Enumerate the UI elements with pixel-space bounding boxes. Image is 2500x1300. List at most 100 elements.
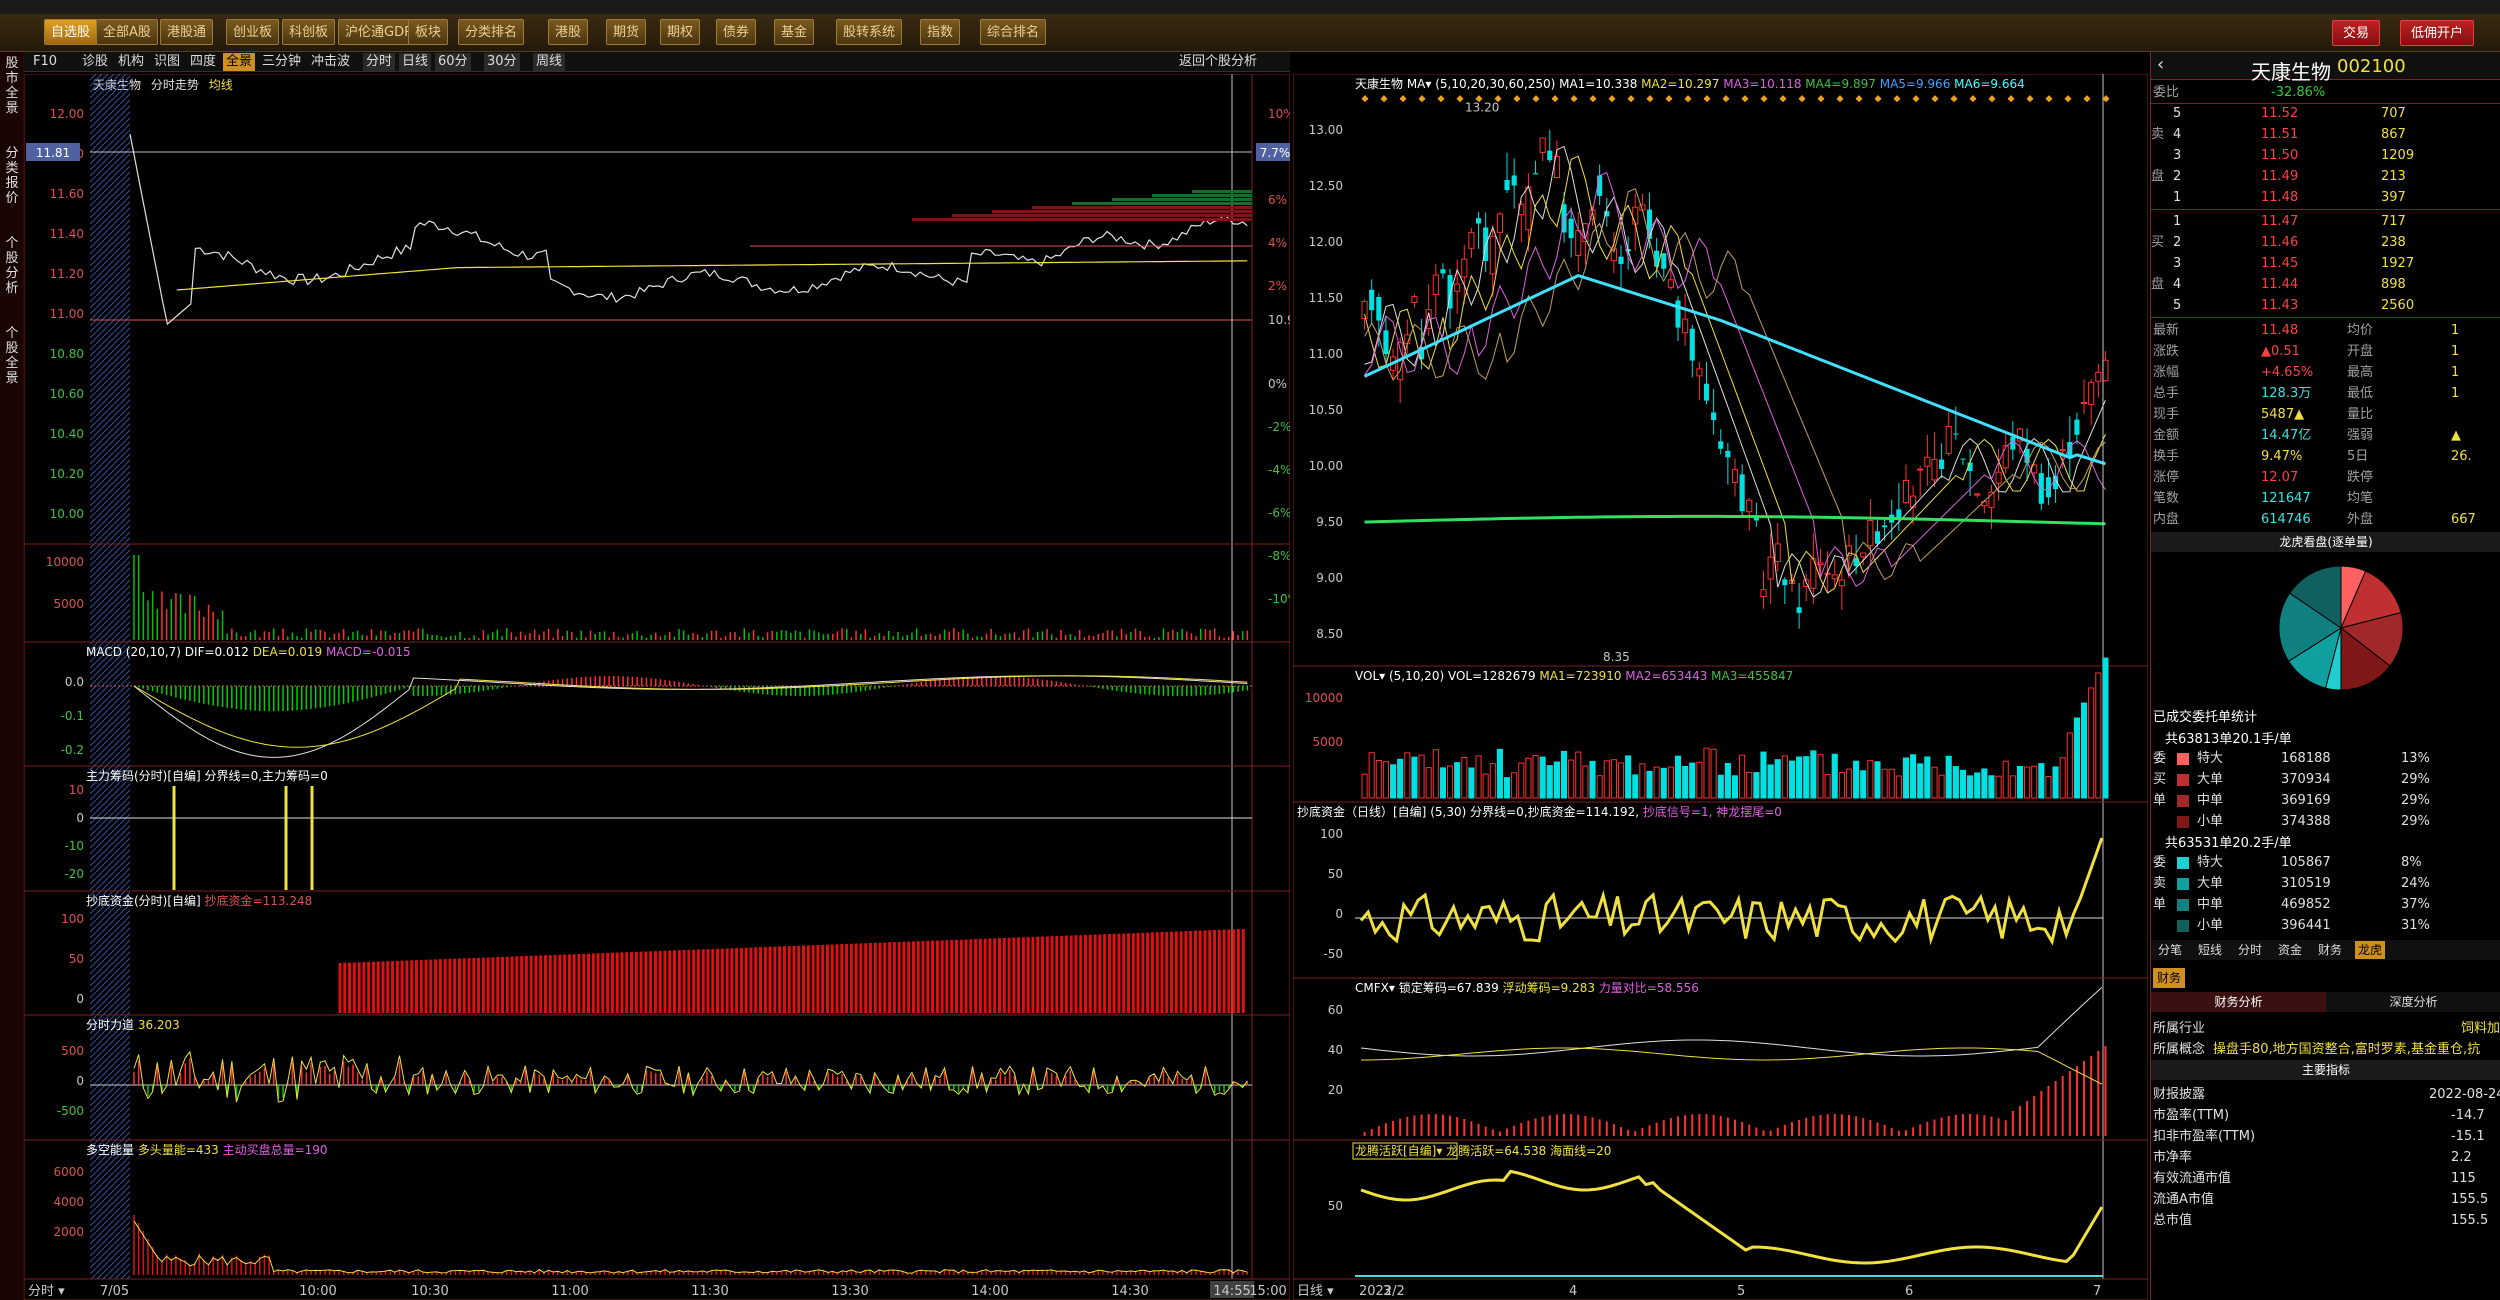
quote-tab-1[interactable]: 短线 (2195, 941, 2225, 959)
subbar-period-3[interactable]: 30分 (484, 53, 520, 71)
daily-vol-bar (1924, 756, 1931, 799)
depth-bar (1112, 198, 1252, 201)
daily-vol-bar (1845, 768, 1853, 799)
stat-row-0-cell: 1 (2451, 323, 2460, 338)
daily-vol-bar (1589, 760, 1596, 799)
trade-button[interactable]: 交易 (2332, 20, 2381, 46)
buy-row-1-cell: 11.47 (2261, 214, 2299, 229)
candle-body (2038, 473, 2044, 504)
buy-row-5-cell: 11.43 (2261, 298, 2299, 313)
toolbar-btn-10[interactable]: 期权 (660, 19, 701, 45)
candle-body (1867, 520, 1874, 547)
stat-row-3-cell: 最低 (2347, 386, 2374, 401)
quote-tab-5[interactable]: 龙虎 (2355, 941, 2386, 959)
daily-vol-bar (1739, 754, 1746, 799)
back-chevron-icon[interactable]: ‹ (2157, 54, 2164, 75)
candle-body (1711, 412, 1717, 421)
left-tab-2[interactable]: 个股分析 (2, 236, 22, 296)
subbar-left-1[interactable]: 诊股 (79, 53, 111, 71)
subbar-left-4[interactable]: 四度 (187, 53, 219, 71)
daily-vol-bar (1874, 761, 1881, 799)
candle-body (1696, 368, 1703, 377)
toolbar-btn-14[interactable]: 指数 (920, 19, 961, 45)
sell-order-row-1: 卖 大单 310519 24% (2151, 873, 2500, 894)
daily-vol-bar (2102, 657, 2109, 799)
fin-row-4-cell: 有效流通市值 (2153, 1171, 2232, 1186)
left-tab-1[interactable]: 分类报价 (2, 146, 22, 206)
candle-body (1917, 468, 1924, 471)
toolbar-btn-12[interactable]: 基金 (774, 19, 815, 45)
toolbar-btn-6[interactable]: 板块 (408, 19, 449, 45)
left-tab-0[interactable]: 股市全景 (2, 56, 22, 116)
subbar-period-0[interactable]: 分时 (363, 53, 396, 71)
daily-vol-bar (1717, 774, 1724, 799)
subbar-left-5[interactable]: 全景 (223, 53, 256, 71)
subbar-period-2[interactable]: 60分 (435, 53, 471, 71)
candle-body (2067, 441, 2073, 457)
candle-body (2059, 449, 2066, 452)
fin-row-0-cell: 财报披露 (2153, 1087, 2206, 1102)
candle-body (1682, 318, 1689, 334)
price-tick: 10.60 (50, 387, 84, 401)
sell-order-row-1-cell: 310519 (2281, 876, 2331, 891)
candle-body (1782, 579, 1788, 586)
candle-body (1718, 441, 1724, 449)
fin-row-5-cell: 流通A市值 (2153, 1192, 2214, 1207)
stat-row-3-cell: 总手 (2153, 386, 2180, 401)
zhuli-header: 主力筹码(分时)[自编] 分界线=0,主力筹码=0 (86, 768, 328, 783)
toolbar-btn-15[interactable]: 综合排名 (980, 19, 1047, 45)
quote-tab-3[interactable]: 资金 (2275, 941, 2305, 959)
subbar-left-2[interactable]: 机构 (115, 53, 147, 71)
candle-body (1739, 474, 1745, 512)
toolbar-btn-0[interactable]: 自选股 (44, 19, 98, 45)
toolbar-btn-1[interactable]: 全部A股 (96, 19, 158, 45)
daily-vol-bar (1632, 774, 1639, 799)
legend-swatch (2177, 920, 2189, 932)
sell-order-row-0-cell: 委 (2153, 855, 2167, 870)
toolbar-btn-8[interactable]: 港股 (548, 19, 589, 45)
back-to-analysis-button[interactable]: 返回个股分析 (1176, 53, 1260, 71)
buy-row-3-cell: 1927 (2381, 256, 2415, 271)
quote-tab-2[interactable]: 分时 (2235, 941, 2265, 959)
daily-vol-bar (1425, 767, 1432, 799)
buy-order-row-2-cell: 单 (2153, 793, 2167, 808)
toolbar-btn-3[interactable]: 创业板 (226, 19, 280, 45)
candle-body (1974, 493, 1981, 496)
pct-tick: -4% (1268, 463, 1290, 477)
toolbar-btn-13[interactable]: 股转系统 (836, 19, 903, 45)
daily-vol-bar (2088, 687, 2095, 799)
left-tab-3[interactable]: 个股全景 (2, 326, 22, 386)
stat-row-1-cell: ▲0.51 (2261, 344, 2300, 359)
daily-vol-bar (1781, 755, 1788, 799)
toolbar-btn-11[interactable]: 债券 (716, 19, 757, 45)
stat-row-7-cell: 涨停 (2153, 470, 2180, 485)
toolbar-btn-7[interactable]: 分类排名 (458, 19, 525, 45)
open-account-button[interactable]: 低佣开户 (2400, 20, 2475, 46)
toolbar-btn-4[interactable]: 科创板 (282, 19, 336, 45)
subbar-left-6[interactable]: 三分钟 (259, 53, 304, 71)
quote-tab-0[interactable]: 分笔 (2155, 941, 2185, 959)
fin-tab[interactable]: 财务 (2153, 968, 2186, 988)
legend-swatch (2177, 795, 2189, 807)
industry-row-cell: 所属行业 (2153, 1021, 2206, 1036)
fin-sub-0[interactable]: 财务分析 (2151, 992, 2326, 1012)
subbar-left-3[interactable]: 识图 (151, 53, 183, 71)
subbar-left-7[interactable]: 冲击波 (308, 53, 353, 71)
fin-sub-1[interactable]: 深度分析 (2326, 992, 2500, 1012)
subbar-left-0[interactable]: F10 (30, 53, 60, 71)
preopen-hatch (90, 74, 130, 1279)
buy-row-5-cell: 2560 (2381, 298, 2415, 313)
toolbar-btn-9[interactable]: 期货 (606, 19, 647, 45)
cmfx-tick: 40 (1328, 1043, 1343, 1057)
daily-vol-bar (1967, 775, 1974, 799)
quote-tab-4[interactable]: 财务 (2315, 941, 2345, 959)
subbar-period-1[interactable]: 日线 (399, 53, 432, 71)
daily-vol-bar (1703, 747, 1710, 799)
toolbar-btn-2[interactable]: 港股通 (160, 19, 214, 45)
buy-row-2-cell: 2 (2173, 235, 2182, 250)
ma250-line (1364, 514, 2106, 526)
subbar-period-4[interactable]: 周线 (533, 53, 566, 71)
sell-total: 共63531单20.2手/单 (2165, 836, 2292, 851)
daily-price-tick: 12.50 (1309, 179, 1343, 193)
quote-panel: ‹ 天康生物 002100 委比 -32.86% 5 11.52 707 卖 4 11.51 867 3… (2150, 52, 2500, 1300)
